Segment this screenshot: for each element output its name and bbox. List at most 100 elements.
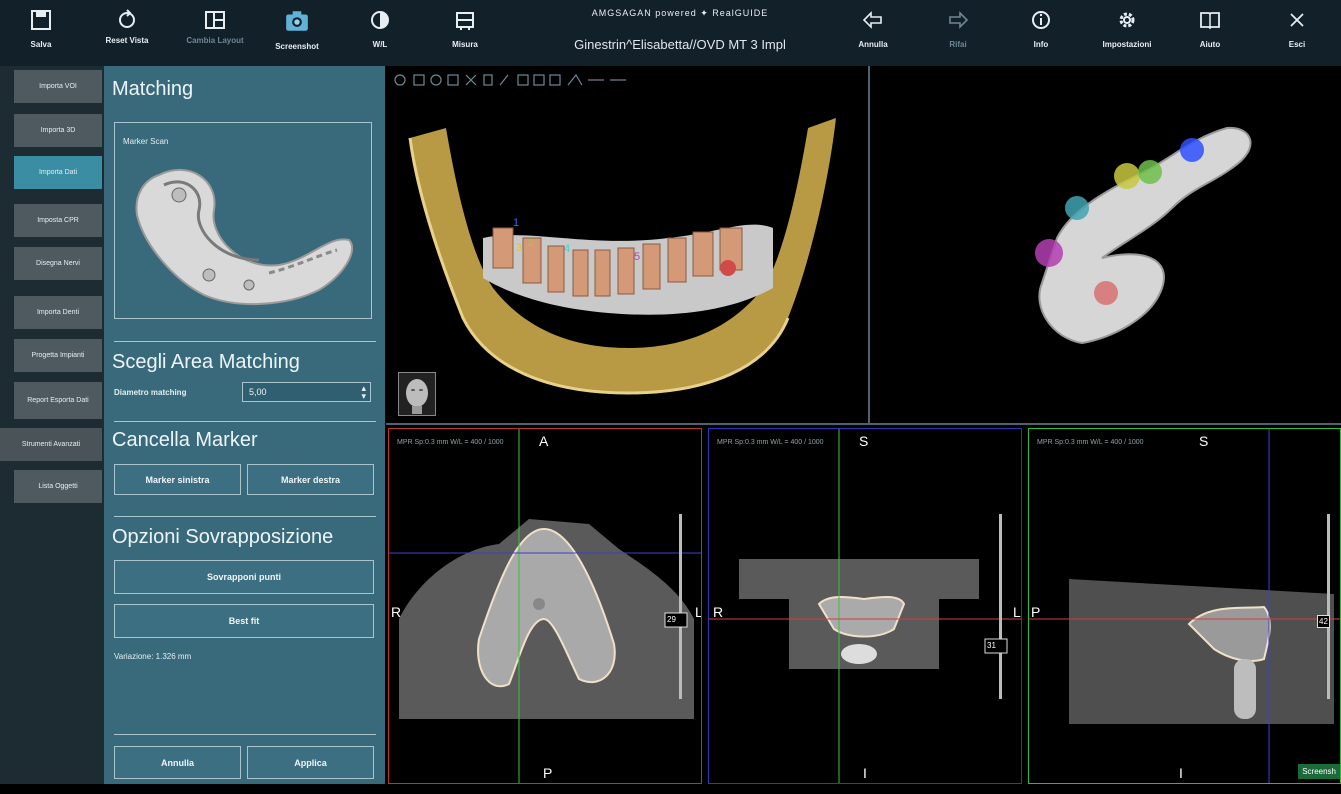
sidebar-item-object-list[interactable]: Lista Oggetti [14, 470, 102, 503]
spinner-arrows-icon[interactable]: ▴ ▾ [361, 384, 366, 401]
mandible-3d-model: 1 2 3 4 5 [408, 118, 836, 395]
undo-label: Annulla [858, 40, 888, 49]
apply-button[interactable]: Applica [247, 746, 374, 779]
diameter-value: 5,00 [249, 387, 267, 397]
reset-icon [119, 9, 135, 28]
undo-button[interactable]: Annulla [838, 4, 908, 64]
info-icon [1032, 11, 1050, 29]
redo-icon [949, 11, 969, 29]
orientation-head-icon[interactable] [398, 372, 436, 416]
change-layout-button[interactable]: Cambia Layout [180, 4, 250, 64]
axial-left-label: R [391, 604, 402, 620]
view-sagittal[interactable]: MPR Sp:0.3 mm W/L = 400 / 1000 S I P 42 … [1028, 428, 1341, 784]
view-divider[interactable] [868, 66, 870, 424]
gear-icon [1119, 12, 1135, 28]
save-icon [31, 10, 51, 30]
coronal-top-label: S [859, 433, 869, 449]
sidebar-item-import-data[interactable]: Importa Dati [14, 156, 102, 189]
delete-marker-title: Cancella Marker [112, 429, 258, 451]
sidebar-item-import-voi[interactable]: Importa VOI [14, 70, 102, 103]
measure-button[interactable]: Misura [430, 4, 500, 64]
patient-title: Ginestrin^Elisabetta//OVD MT 3 Impl [574, 37, 786, 52]
axial-top-label: A [539, 433, 549, 449]
matching-panel: Matching Marker Scan Scegli Area Matchin… [104, 66, 385, 784]
book-icon [1200, 12, 1220, 30]
ruler-icon [456, 12, 474, 30]
sidebar-item-label: Progetta Impianti [31, 352, 85, 359]
screenshot-badge[interactable]: Screensh [1298, 764, 1340, 779]
view-3d-scan[interactable] [872, 68, 1341, 421]
marker-1-label: 1 [513, 217, 519, 229]
sidebar-item-label: Strumenti Avanzati [21, 441, 81, 448]
coronal-slice-image [709, 429, 1021, 783]
coronal-bottom-label: I [863, 765, 867, 781]
info-button[interactable]: Info [1006, 4, 1076, 64]
marker-left-button[interactable]: Marker sinistra [114, 464, 241, 495]
axial-bottom-label: P [543, 765, 553, 781]
axial-right-label: L [695, 604, 701, 620]
brand-header: AMGSAGAN powered ✦ RealGUIDE Ginestrin^E… [520, 8, 840, 52]
contrast-icon [371, 11, 389, 29]
axial-slice-image [389, 429, 701, 783]
redo-label: Rifai [949, 40, 967, 49]
sidebar-item-label: Lista Oggetti [38, 483, 78, 490]
settings-button[interactable]: Impostazioni [1092, 4, 1162, 64]
section-divider [114, 516, 376, 517]
section-divider [114, 341, 376, 342]
sidebar-item-import-teeth[interactable]: Importa Denti [14, 296, 102, 329]
cancel-button[interactable]: Annulla [114, 746, 241, 779]
main-toolbar: Salva Reset Vista Cambia Layout Screensh… [0, 0, 1341, 66]
sagittal-left-label: P [1031, 604, 1041, 620]
exit-button[interactable]: Esci [1262, 4, 1332, 64]
overlay-options-title: Opzioni Sovrapposizione [112, 526, 334, 548]
sidebar-item-label: Importa 3D [40, 127, 76, 134]
sagittal-top-label: S [1199, 433, 1209, 449]
section-divider [114, 734, 376, 735]
sidebar-item-label: Importa Dati [38, 169, 78, 176]
view-coronal[interactable]: MPR Sp:0.3 mm W/L = 400 / 1000 S I R L 3… [708, 428, 1022, 784]
marker-scan-model [135, 169, 354, 306]
sidebar-item-label: Importa Denti [36, 309, 80, 316]
info-label: Info [1033, 40, 1049, 49]
help-label: Aiuto [1199, 40, 1221, 49]
sidebar-item-label: Report Esporta Dati [27, 397, 89, 404]
view-3d-jaw[interactable]: 1 2 3 4 5 [388, 68, 866, 421]
coronal-right-label: L [1013, 604, 1021, 620]
sagittal-slice-number: 42 [1317, 615, 1330, 628]
workflow-sidebar: Importa VOI Importa 3D Importa Dati Impo… [0, 66, 104, 784]
sagittal-slice-image [1029, 429, 1340, 783]
marker-scan-preview[interactable]: Marker Scan [114, 122, 372, 319]
marker-3-label: 3 [516, 242, 522, 254]
brand-logos: AMGSAGAN powered ✦ RealGUIDE [591, 8, 769, 18]
redo-button[interactable]: Rifai [923, 4, 993, 64]
reset-view-label: Reset Vista [105, 36, 149, 45]
wl-button[interactable]: W/L [345, 4, 415, 64]
sidebar-item-advanced-tools[interactable]: Strumenti Avanzati [0, 428, 102, 461]
change-layout-label: Cambia Layout [186, 36, 244, 45]
sidebar-item-design-implants[interactable]: Progetta Impianti [14, 339, 102, 372]
help-button[interactable]: Aiuto [1175, 4, 1245, 64]
coronal-slice-number: 31 [987, 641, 996, 650]
reset-view-button[interactable]: Reset Vista [92, 4, 162, 64]
marker-4-label: 4 [564, 243, 570, 255]
save-button[interactable]: Salva [6, 4, 76, 64]
screenshot-label: Screenshot [275, 42, 319, 51]
best-fit-button[interactable]: Best fit [114, 604, 374, 638]
panel-title: Matching [112, 78, 194, 100]
app-window: Salva Reset Vista Cambia Layout Screensh… [0, 0, 1341, 794]
view-axial[interactable]: MPR Sp:0.3 mm W/L = 400 / 1000 A P R L 2… [388, 428, 702, 784]
marker-right-button[interactable]: Marker destra [247, 464, 374, 495]
axial-slice-number: 29 [667, 615, 676, 624]
sidebar-item-set-cpr[interactable]: Imposta CPR [14, 204, 102, 237]
variation-text: Variazione: 1.326 mm [114, 652, 192, 661]
wl-label: W/L [372, 40, 388, 49]
view-divider[interactable] [386, 423, 1341, 425]
screenshot-button[interactable]: Screenshot [262, 4, 332, 64]
viewer-area: 1 2 3 4 5 MPR Sp:0.3 mm W/L = 400 / 1000… [386, 66, 1341, 784]
sidebar-item-import-3d[interactable]: Importa 3D [14, 114, 102, 147]
sidebar-item-draw-nerves[interactable]: Disegna Nervi [14, 247, 102, 280]
area-matching-title: Scegli Area Matching [112, 351, 300, 373]
diameter-spinbox[interactable]: 5,00 ▴ ▾ [242, 382, 371, 402]
overlay-points-button[interactable]: Sovrapponi punti [114, 560, 374, 594]
sidebar-item-report-export[interactable]: Report Esporta Dati [14, 382, 102, 419]
